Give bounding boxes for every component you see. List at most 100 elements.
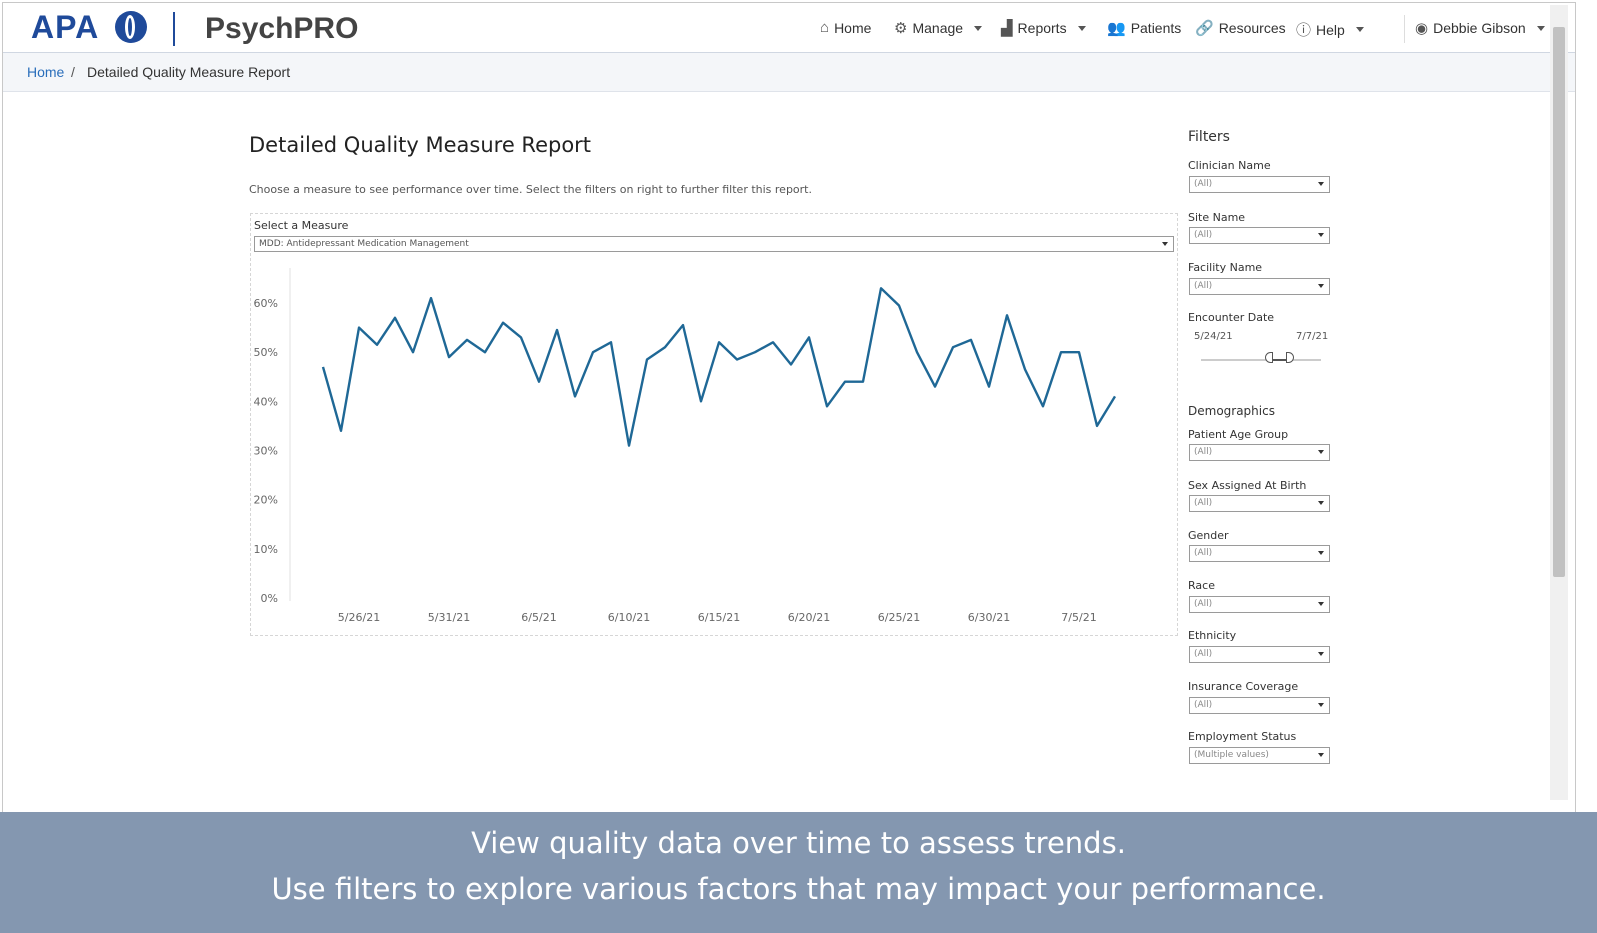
site-filter-select[interactable]: (All)	[1189, 227, 1330, 244]
nav-separator	[1404, 15, 1405, 43]
employment-filter-label: Employment Status	[1188, 730, 1297, 743]
data-point[interactable]	[1040, 403, 1046, 409]
psychpro-logo[interactable]: PsychPRO	[205, 12, 358, 46]
vertical-scrollbar[interactable]	[1550, 5, 1568, 800]
series-line[interactable]	[321, 287, 1117, 447]
nav-help-label: Help	[1316, 21, 1345, 38]
data-point[interactable]	[356, 325, 362, 331]
data-point[interactable]	[842, 379, 848, 385]
data-point[interactable]	[896, 303, 902, 309]
data-point[interactable]	[1094, 423, 1100, 429]
y-tick-label: 50%	[254, 346, 278, 359]
data-point[interactable]	[320, 364, 326, 370]
insurance-filter-value: (All)	[1194, 700, 1213, 710]
nav-patients-label: Patients	[1130, 20, 1182, 36]
chevron-down-icon	[1318, 501, 1324, 505]
chevron-down-icon	[1318, 753, 1324, 757]
x-tick-label: 6/15/21	[698, 611, 740, 624]
nav-help[interactable]: ⓘ Help	[1296, 19, 1364, 40]
measure-label: Select a Measure	[254, 219, 349, 232]
ethnicity-filter-select[interactable]: (All)	[1189, 646, 1330, 663]
x-tick-label: 6/5/21	[521, 611, 556, 624]
chevron-down-icon	[1355, 27, 1364, 32]
filters-title: Filters	[1188, 129, 1230, 145]
y-tick-label: 0%	[261, 592, 278, 605]
data-point[interactable]	[536, 379, 542, 385]
data-point[interactable]	[428, 295, 434, 301]
employment-filter-value: (Multiple values)	[1194, 750, 1269, 760]
data-point[interactable]	[464, 337, 470, 343]
data-point[interactable]	[644, 357, 650, 363]
scrollbar-thumb[interactable]	[1553, 27, 1565, 577]
data-point[interactable]	[932, 384, 938, 390]
data-point[interactable]	[788, 362, 794, 368]
data-point[interactable]	[968, 337, 974, 343]
data-point[interactable]	[734, 357, 740, 363]
user-menu[interactable]: ◉ Debbie Gibson	[1415, 19, 1545, 37]
data-point[interactable]	[518, 334, 524, 340]
data-point[interactable]	[1004, 312, 1010, 318]
data-point[interactable]	[590, 349, 596, 355]
data-point[interactable]	[410, 349, 416, 355]
data-point[interactable]	[1076, 349, 1082, 355]
data-point[interactable]	[878, 285, 884, 291]
encounter-date-end-handle[interactable]	[1286, 352, 1294, 363]
info-icon: ⓘ	[1296, 22, 1312, 39]
users-icon: 👥	[1107, 20, 1126, 37]
data-point[interactable]	[770, 339, 776, 345]
breadcrumb-separator: /	[71, 64, 75, 80]
data-point[interactable]	[680, 322, 686, 328]
data-point[interactable]	[698, 398, 704, 404]
data-point[interactable]	[914, 349, 920, 355]
clinician-filter-select[interactable]: (All)	[1189, 176, 1330, 193]
data-point[interactable]	[446, 354, 452, 360]
apa-logo[interactable]: APA	[31, 9, 99, 46]
data-point[interactable]	[752, 349, 758, 355]
age-filter-select[interactable]: (All)	[1189, 444, 1330, 461]
data-point[interactable]	[392, 315, 398, 321]
measure-select[interactable]: MDD: Antidepressant Medication Managemen…	[254, 236, 1174, 252]
data-point[interactable]	[860, 379, 866, 385]
data-point[interactable]	[824, 403, 830, 409]
home-icon: ⌂	[820, 19, 830, 36]
data-point[interactable]	[806, 334, 812, 340]
encounter-date-slider-track[interactable]	[1201, 359, 1321, 361]
facility-filter-select[interactable]: (All)	[1189, 278, 1330, 295]
data-point[interactable]	[986, 384, 992, 390]
data-point[interactable]	[374, 342, 380, 348]
data-point[interactable]	[1022, 366, 1028, 372]
data-point[interactable]	[554, 327, 560, 333]
gender-filter-select[interactable]: (All)	[1189, 545, 1330, 562]
data-point[interactable]	[1058, 349, 1064, 355]
nav-resources-label: Resources	[1218, 20, 1286, 36]
data-point[interactable]	[950, 344, 956, 350]
data-point[interactable]	[338, 428, 344, 434]
data-point[interactable]	[716, 339, 722, 345]
race-filter-value: (All)	[1194, 599, 1213, 609]
ethnicity-filter-label: Ethnicity	[1188, 629, 1237, 642]
chevron-down-icon	[1162, 242, 1168, 246]
nav-home[interactable]: ⌂ Home	[820, 19, 871, 36]
data-point[interactable]	[626, 443, 632, 449]
data-point[interactable]	[662, 344, 668, 350]
data-point[interactable]	[482, 349, 488, 355]
page-title: Detailed Quality Measure Report	[249, 133, 592, 157]
encounter-date-start-handle[interactable]	[1265, 352, 1273, 363]
employment-filter-select[interactable]: (Multiple values)	[1189, 747, 1330, 764]
data-point[interactable]	[500, 320, 506, 326]
chevron-down-icon	[974, 25, 983, 31]
sex-filter-select[interactable]: (All)	[1189, 495, 1330, 512]
data-point[interactable]	[608, 339, 614, 345]
nav-resources[interactable]: 🔗 Resources	[1195, 19, 1286, 37]
nav-reports[interactable]: ▟ Reports	[1001, 19, 1086, 37]
y-tick-label: 20%	[254, 494, 278, 507]
data-point[interactable]	[572, 393, 578, 399]
breadcrumb-home-link[interactable]: Home	[27, 64, 64, 80]
race-filter-select[interactable]: (All)	[1189, 596, 1330, 613]
nav-patients[interactable]: 👥 Patients	[1107, 19, 1181, 37]
nav-manage[interactable]: ⚙ Manage	[894, 19, 983, 37]
insurance-filter-select[interactable]: (All)	[1189, 697, 1330, 714]
data-point[interactable]	[1112, 393, 1118, 399]
y-tick-label: 60%	[254, 297, 278, 310]
sex-filter-value: (All)	[1194, 498, 1213, 508]
